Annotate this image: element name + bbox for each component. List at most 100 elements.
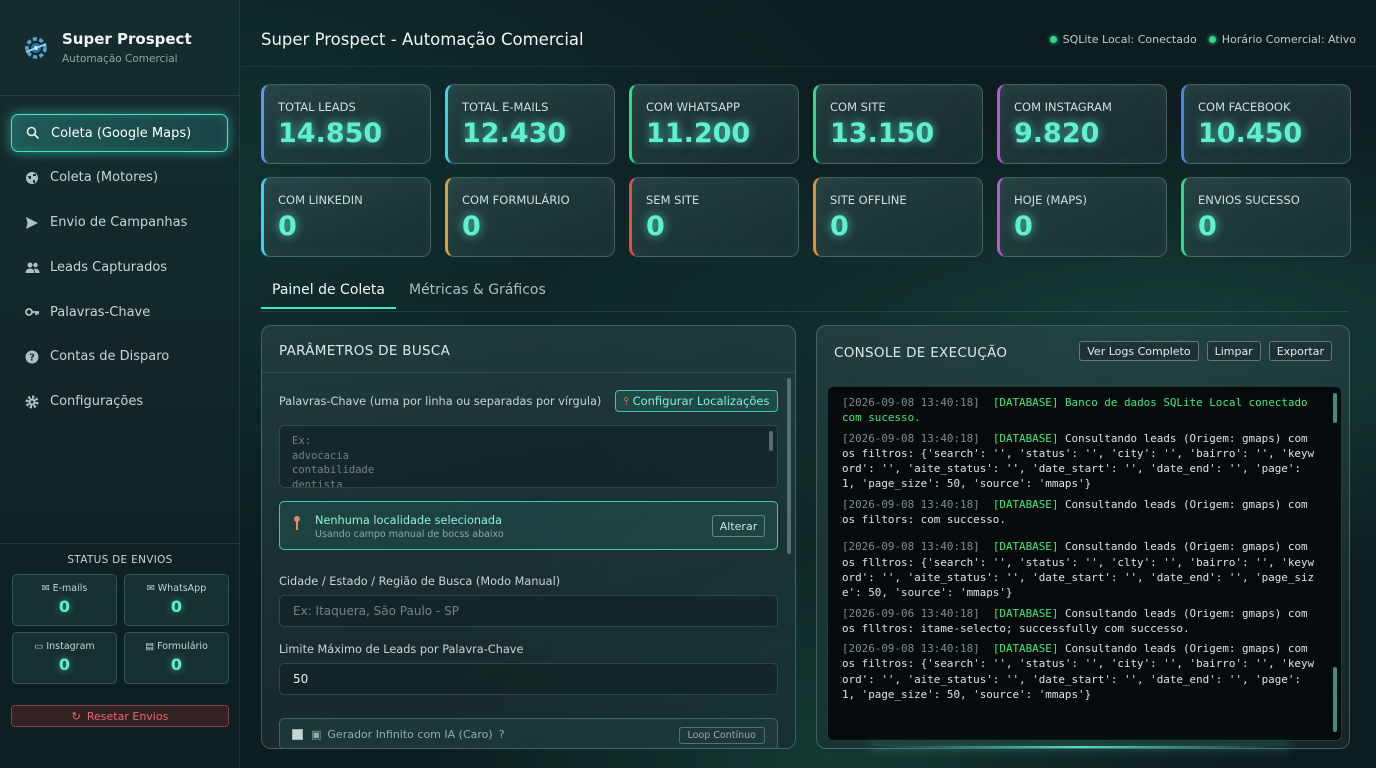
stat-value: 14.850 <box>278 118 383 149</box>
log-tag: [DATABASE] <box>992 431 1059 445</box>
sidebar-item-label: Envio de Campanhas <box>50 215 188 231</box>
textarea-scrollbar[interactable] <box>769 431 773 451</box>
keywords-textarea[interactable]: Ex: advocacia contabilidade dentista <box>279 425 778 488</box>
limit-input[interactable]: 50 <box>279 663 778 695</box>
stat-label: TOTAL LEADS <box>278 100 356 114</box>
execution-console-panel: CONSOLE DE EXECUÇÃO Ver Logs Completo Li… <box>816 325 1350 749</box>
limit-value: 50 <box>293 672 309 686</box>
log-line: [2026-09-08 13:40:18] [DATABASE] Banco d… <box>842 395 1319 426</box>
location-title: Nenhuma localidade selecionada <box>315 514 503 527</box>
city-input[interactable]: Ex: Itaquera, São Paulo - SP <box>279 595 778 627</box>
log-timestamp: [2026-09-08 13:40:18] <box>842 431 980 445</box>
stat-card: SEM SITE 0 <box>629 177 799 257</box>
status-dot-icon <box>1208 36 1216 43</box>
sidebar-item-label: Configurações <box>50 394 144 410</box>
send-status-title: STATUS DE ENVIOS <box>67 554 173 566</box>
stat-value: 0 <box>278 211 297 242</box>
stat-label: COM FACEBOOK <box>1198 100 1291 114</box>
infinite-generator-label: Gerador Infinito com IA (Caro) <box>327 727 493 741</box>
log-tag: [DATABASE] <box>992 606 1059 620</box>
mail-icon: ✉ <box>41 583 53 594</box>
stat-value: 12.430 <box>462 118 567 149</box>
users-icon <box>24 259 40 275</box>
stat-label: COM SITE <box>830 100 886 114</box>
view-full-logs-button[interactable]: Ver Logs Completo <box>1079 341 1199 361</box>
configure-locations-button[interactable]: ⫯ Configurar Localizações <box>615 390 778 412</box>
mail-icon: ✉ <box>146 583 158 594</box>
sidebar-nav: Coleta (Google Maps) Coleta (Motores) En… <box>0 96 239 421</box>
tab-metricas-graficos[interactable]: Métricas & Gráficos <box>398 280 557 309</box>
refresh-icon: ↻ <box>71 709 81 723</box>
stat-label: COM FORMULÁRIO <box>462 193 570 207</box>
status-card-label: Instagram <box>46 641 95 652</box>
stat-label: COM WHATSAPP <box>646 100 740 114</box>
console-scrollbar-lower[interactable] <box>1333 667 1337 732</box>
status-text: Horário Comercial: Ativo <box>1221 33 1356 46</box>
sidebar-item-label: Palavras-Chave <box>50 304 151 320</box>
stat-value: 0 <box>462 211 481 242</box>
stat-card: TOTAL E-MAILS 12.430 <box>445 84 615 164</box>
log-timestamp: [2026-09-08 13:40:18] <box>842 497 980 511</box>
stat-card: COM WHATSAPP 11.200 <box>629 84 799 164</box>
stat-value: 13.150 <box>830 118 935 149</box>
export-button[interactable]: Exportar <box>1268 341 1332 361</box>
header-status: SQLite Local: Conectado Horário Comercia… <box>1049 33 1356 46</box>
console-scrollbar[interactable] <box>1333 393 1337 423</box>
sidebar-item-envio-campanhas[interactable]: Envio de Campanhas <box>11 204 228 242</box>
configure-locations-label: Configurar Localizações <box>632 394 770 408</box>
sidebar-item-contas-disparo[interactable]: ? Contas de Disparo <box>11 338 228 376</box>
status-card-instagram: ▭ Instagram 0 <box>12 632 117 684</box>
log-timestamp: [2026-09-08 13:40:18] <box>842 642 980 656</box>
sidebar-item-label: Coleta (Google Maps) <box>51 125 192 141</box>
logo-gear-icon <box>20 32 52 64</box>
status-card-value: 0 <box>58 597 71 616</box>
stat-card: COM FORMULÁRIO 0 <box>445 177 615 257</box>
tab-bar: Painel de Coleta Métricas & Gráficos <box>261 280 559 309</box>
sidebar-item-palavras-chave[interactable]: Palavras-Chave <box>11 293 228 331</box>
pin-icon <box>294 516 300 530</box>
panel-divider <box>262 372 795 373</box>
camera-icon: ▭ <box>34 641 47 652</box>
page-title: Super Prospect - Automação Comercial <box>261 30 584 49</box>
keywords-label: Palavras-Chave (uma por linha ou separad… <box>279 395 602 408</box>
help-icon: ? <box>24 349 40 365</box>
log-line: [2026-09-08 13:40:18] [DATABASE] Consult… <box>842 539 1319 600</box>
stat-value: 0 <box>646 211 665 242</box>
status-card-value: 0 <box>170 597 183 616</box>
continuous-loop-button[interactable]: Loop Contínuo <box>678 727 765 744</box>
panel-title: PARÂMETROS DE BUSCA <box>279 343 451 359</box>
sidebar-item-leads[interactable]: Leads Capturados <box>11 248 228 286</box>
stat-card: ENVIOS SUCESSO 0 <box>1181 177 1351 257</box>
sidebar-item-label: Coleta (Motores) <box>50 170 159 186</box>
reset-sends-button[interactable]: ↻ Resetar Envios <box>11 705 229 727</box>
stat-card: COM FACEBOOK 10.450 <box>1181 84 1351 164</box>
sidebar-item-coleta-maps[interactable]: Coleta (Google Maps) <box>11 114 228 152</box>
clear-button[interactable]: Limpar <box>1206 341 1261 361</box>
sidebar-item-configuracoes[interactable]: Configurações <box>11 383 228 421</box>
status-card-label: E-mails <box>52 583 88 594</box>
infinite-generator-checkbox[interactable] <box>292 728 303 740</box>
change-location-button[interactable]: Alterar <box>712 515 765 537</box>
sidebar-item-label: Leads Capturados <box>50 259 168 275</box>
location-subtitle: Usando campo manual de bocss abaixo <box>315 529 504 540</box>
reset-sends-label: Resetar Envios <box>86 709 169 723</box>
stat-label: TOTAL E-MAILS <box>462 100 549 114</box>
status-card-whatsapp: ✉ WhatsApp 0 <box>124 574 229 626</box>
stat-card: HOJE (MAPS) 0 <box>997 177 1167 257</box>
decorative-glow <box>870 746 1290 748</box>
tab-divider <box>261 311 1349 312</box>
status-text: SQLite Local: Conectado <box>1062 33 1197 46</box>
tab-painel-coleta[interactable]: Painel de Coleta <box>261 280 396 309</box>
stat-value: 0 <box>1014 211 1033 242</box>
stat-label: COM LINKEDIN <box>278 193 363 207</box>
infinite-generator-row: ▣ Gerador Infinito com IA (Caro) ? Loop … <box>279 718 778 748</box>
status-card-label: WhatsApp <box>157 583 207 594</box>
stat-value: 10.450 <box>1198 118 1303 149</box>
stat-card: COM LINKEDIN 0 <box>261 177 431 257</box>
stat-value: 0 <box>830 211 849 242</box>
log-timestamp: [2026-09-08 13:40:18] <box>842 396 980 409</box>
status-card-formulario: ▤ Formulário 0 <box>124 632 229 684</box>
panel-scrollbar[interactable] <box>787 378 791 554</box>
document-icon: ▤ <box>145 641 158 652</box>
sidebar-item-coleta-motores[interactable]: Coleta (Motores) <box>11 159 228 197</box>
